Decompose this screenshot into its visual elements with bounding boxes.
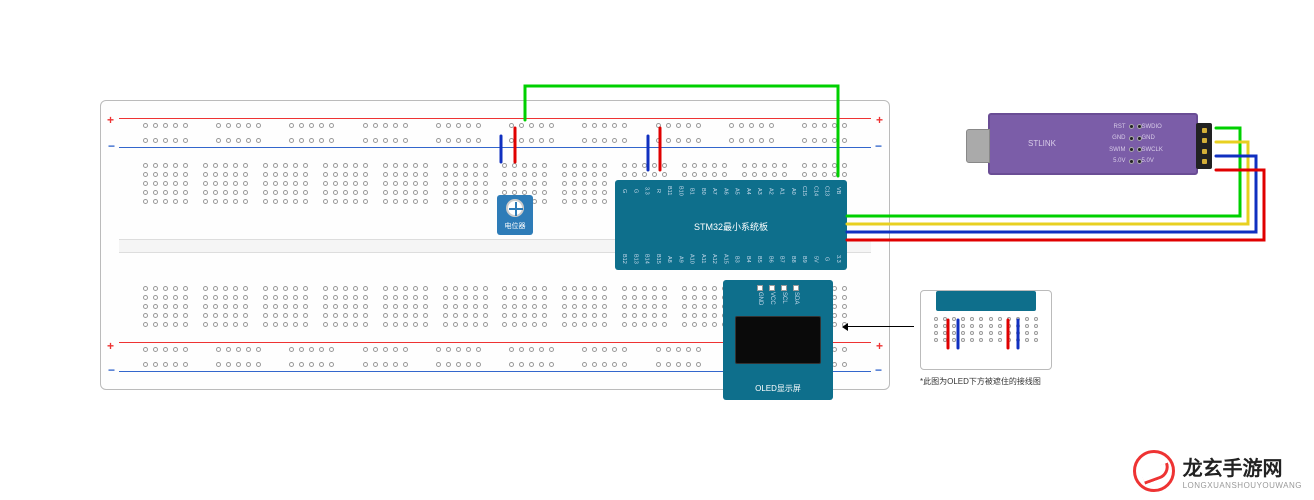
- oled-pins: GNDVCCSCLSDA: [723, 285, 833, 305]
- stlink-pins: RSTSWDIOGNDGNDSWIMSWCLK5.0V5.0V: [1080, 121, 1190, 167]
- mcu-bottom-pins: B12B13B14B15A8A9A10A11A12A15B3B4B5B6B7B8…: [621, 254, 841, 264]
- stlink-header: [1196, 123, 1212, 169]
- stm32-board: GG3.3RB11B10B1B0A7A6A5A4A3A2A1A0C15C14C1…: [615, 180, 847, 270]
- oled-screen: [735, 316, 821, 364]
- potentiometer-label: 电位器: [497, 221, 533, 231]
- watermark-cn: 龙玄手游网: [1183, 452, 1302, 481]
- detail-caption: *此图为OLED下方被遮住的接线图: [920, 376, 1041, 387]
- watermark: 龙玄手游网 LONGXUANSHOUYOUWANG: [1133, 450, 1302, 492]
- detail-arrow: [844, 326, 914, 327]
- potentiometer: 电位器: [497, 195, 533, 235]
- stlink-programmer: STLINK RSTSWDIOGNDGNDSWIMSWCLK5.0V5.0V: [988, 113, 1198, 175]
- oled-label: OLED显示屏: [723, 383, 833, 394]
- oled-module: GNDVCCSCLSDA OLED显示屏: [723, 280, 833, 400]
- watermark-en: LONGXUANSHOUYOUWANG: [1183, 481, 1302, 490]
- potentiometer-knob: [506, 199, 524, 217]
- watermark-logo-icon: [1133, 450, 1175, 492]
- breadboard-top-rail: [119, 115, 871, 151]
- oled-wiring-detail: [920, 290, 1052, 370]
- mcu-label: STM32最小系统板: [615, 220, 847, 233]
- usb-connector-icon: [966, 129, 990, 163]
- stlink-label: STLINK: [1028, 139, 1056, 148]
- mcu-top-pins: GG3.3RB11B10B1B0A7A6A5A4A3A2A1A0C15C14C1…: [621, 186, 841, 196]
